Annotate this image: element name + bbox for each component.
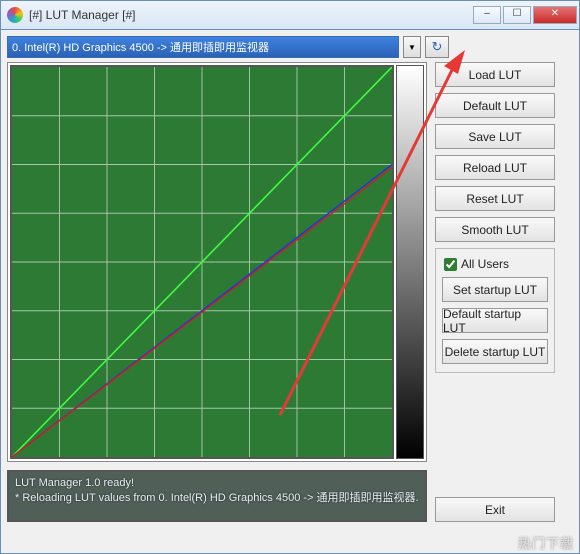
chevron-down-icon[interactable]: ▼ — [403, 36, 421, 58]
right-column: Load LUT Default LUT Save LUT Reload LUT… — [435, 62, 555, 522]
watermark: 热门下载 — [518, 533, 574, 552]
close-button[interactable] — [533, 6, 577, 24]
plot-svg — [12, 67, 392, 457]
maximize-button[interactable] — [503, 6, 531, 24]
title-bar: [#] LUT Manager [#] — [0, 0, 580, 30]
refresh-icon: ↻ — [432, 39, 443, 55]
reload-lut-button[interactable]: Reload LUT — [435, 155, 555, 180]
save-lut-button[interactable]: Save LUT — [435, 124, 555, 149]
startup-group: All Users Set startup LUT Default startu… — [435, 248, 555, 373]
app-icon — [7, 7, 23, 23]
all-users-label: All Users — [461, 257, 509, 271]
gradient-bar — [396, 65, 424, 459]
status-line-2: * Reloading LUT values from 0. Intel(R) … — [15, 492, 419, 504]
all-users-input[interactable] — [444, 258, 457, 271]
main-area: LUT Manager 1.0 ready! * Reloading LUT v… — [7, 62, 573, 522]
exit-button[interactable]: Exit — [435, 497, 555, 522]
reset-lut-button[interactable]: Reset LUT — [435, 186, 555, 211]
device-row: 0. Intel(R) HD Graphics 4500 -> 通用即插即用监视… — [7, 36, 573, 58]
left-column: LUT Manager 1.0 ready! * Reloading LUT v… — [7, 62, 427, 522]
refresh-button[interactable]: ↻ — [425, 36, 449, 58]
delete-startup-lut-button[interactable]: Delete startup LUT — [442, 339, 548, 364]
status-line-1: LUT Manager 1.0 ready! — [15, 477, 134, 489]
default-lut-button[interactable]: Default LUT — [435, 93, 555, 118]
device-combobox-text: 0. Intel(R) HD Graphics 4500 -> 通用即插即用监视… — [12, 39, 269, 55]
device-combobox[interactable]: 0. Intel(R) HD Graphics 4500 -> 通用即插即用监视… — [7, 36, 399, 58]
default-startup-lut-button[interactable]: Default startup LUT — [442, 308, 548, 333]
set-startup-lut-button[interactable]: Set startup LUT — [442, 277, 548, 302]
window-title: [#] LUT Manager [#] — [29, 8, 471, 22]
all-users-checkbox[interactable]: All Users — [442, 257, 548, 271]
plot-panel — [7, 62, 427, 462]
client-area: 0. Intel(R) HD Graphics 4500 -> 通用即插即用监视… — [0, 30, 580, 554]
load-lut-button[interactable]: Load LUT — [435, 62, 555, 87]
status-panel: LUT Manager 1.0 ready! * Reloading LUT v… — [7, 470, 427, 522]
lut-plot — [10, 65, 394, 459]
smooth-lut-button[interactable]: Smooth LUT — [435, 217, 555, 242]
minimize-button[interactable] — [473, 6, 501, 24]
